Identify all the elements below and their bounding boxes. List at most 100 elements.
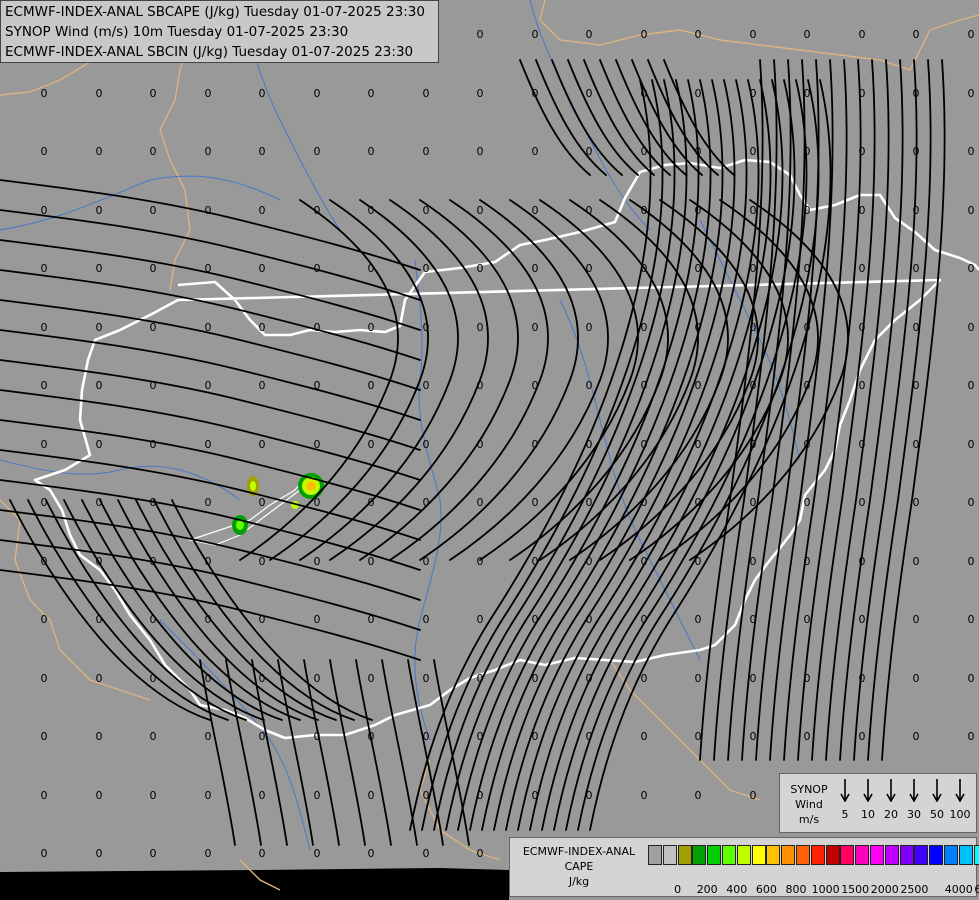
cape-value-label: 0 xyxy=(750,555,757,568)
cape-value-label: 0 xyxy=(96,672,103,685)
cape-value-label: 0 xyxy=(477,613,484,626)
cape-value-label: 0 xyxy=(586,28,593,41)
cape-swatch xyxy=(855,845,870,865)
cape-value-label: 0 xyxy=(913,672,920,685)
cape-value-label: 0 xyxy=(477,87,484,100)
cape-value-label: 0 xyxy=(804,555,811,568)
cape-value-label: 0 xyxy=(641,672,648,685)
cape-value-label: 0 xyxy=(804,730,811,743)
header-line-sbcape: ECMWF-INDEX-ANAL SBCAPE (J/kg) Tuesday 0… xyxy=(5,4,425,20)
cape-value-label: 0 xyxy=(150,438,157,451)
cape-tick-label: 4000 xyxy=(944,883,973,896)
cape-value-label: 0 xyxy=(695,438,702,451)
cape-value-label: 0 xyxy=(532,730,539,743)
wind-arrow-icon xyxy=(863,779,873,802)
cape-value-label: 0 xyxy=(695,262,702,275)
cape-value-label: 0 xyxy=(477,555,484,568)
cape-value-label: 0 xyxy=(96,847,103,860)
cape-value-label: 0 xyxy=(150,555,157,568)
cape-value-label: 0 xyxy=(259,87,266,100)
cape-value-label: 0 xyxy=(750,204,757,217)
cape-value-label: 0 xyxy=(804,379,811,392)
cape-value-label: 0 xyxy=(259,847,266,860)
cape-value-label: 0 xyxy=(423,438,430,451)
cape-value-label: 0 xyxy=(750,145,757,158)
cape-value-label: 0 xyxy=(532,555,539,568)
cape-value-label: 0 xyxy=(968,262,975,275)
cape-value-label: 0 xyxy=(532,262,539,275)
cape-value-label: 0 xyxy=(150,730,157,743)
cape-value-label: 0 xyxy=(41,438,48,451)
cape-swatch xyxy=(692,845,707,865)
cape-value-label: 0 xyxy=(205,204,212,217)
cape-value-label: 0 xyxy=(41,262,48,275)
cape-value-label: 0 xyxy=(368,438,375,451)
cape-value-label: 0 xyxy=(477,789,484,802)
cape-value-label: 0 xyxy=(41,204,48,217)
cape-value-label: 0 xyxy=(641,321,648,334)
cape-value-label: 0 xyxy=(695,555,702,568)
cape-value-label: 0 xyxy=(41,847,48,860)
cape-value-label: 0 xyxy=(913,555,920,568)
cape-value-label: 0 xyxy=(859,262,866,275)
cape-value-label: 0 xyxy=(96,730,103,743)
cape-value-label: 0 xyxy=(368,555,375,568)
cape-value-label: 0 xyxy=(968,28,975,41)
cape-value-label: 0 xyxy=(205,672,212,685)
cape-value-label: 0 xyxy=(532,496,539,509)
cape-tick-label: 2500 xyxy=(900,883,929,896)
cape-swatch xyxy=(825,845,840,865)
cape-value-label: 0 xyxy=(314,262,321,275)
cape-value-label: 0 xyxy=(968,204,975,217)
cape-value-label: 0 xyxy=(913,145,920,158)
cape-swatch xyxy=(958,845,973,865)
cape-value-label: 0 xyxy=(968,555,975,568)
cape-value-label: 0 xyxy=(205,87,212,100)
cape-value-label: 0 xyxy=(477,262,484,275)
cape-value-label: 0 xyxy=(259,789,266,802)
cape-value-label: 0 xyxy=(532,87,539,100)
cape-swatch xyxy=(810,845,825,865)
cape-value-label: 0 xyxy=(314,321,321,334)
cape-value-label: 0 xyxy=(423,496,430,509)
wind-speed-10: 10 xyxy=(857,778,879,821)
cape-value-label: 0 xyxy=(259,555,266,568)
cape-value-label: 0 xyxy=(477,379,484,392)
cape-tick-label: 6000 xyxy=(974,883,979,896)
wind-speed-50: 50 xyxy=(926,778,948,821)
cape-value-label: 0 xyxy=(205,438,212,451)
cape-value-label: 0 xyxy=(368,496,375,509)
cape-value-label: 0 xyxy=(750,379,757,392)
cape-value-label: 0 xyxy=(641,87,648,100)
weather-map: 0 0 0 0 0 0 0 0 0 0 0 0 0 0 0 0 0 0 0 0 0 0 0 0 0 0 0 0 0 0 0 0 0 0 0 0 0 0 0 0… xyxy=(0,0,979,900)
cape-swatch xyxy=(766,845,781,865)
cape-value-label: 0 xyxy=(859,730,866,743)
cape-value-label: 0 xyxy=(477,730,484,743)
cape-value-label: 0 xyxy=(913,262,920,275)
cape-value-label: 0 xyxy=(695,730,702,743)
cape-value-label: 0 xyxy=(423,789,430,802)
cape-value-label: 0 xyxy=(423,379,430,392)
cape-value-label: 0 xyxy=(477,145,484,158)
cape-value-label: 0 xyxy=(259,145,266,158)
cape-value-label: 0 xyxy=(641,730,648,743)
cape-value-label: 0 xyxy=(96,87,103,100)
synop-wind-legend: SYNOP Wind m/s 5 10 20 30 50 100 xyxy=(779,773,977,833)
cape-value-label: 0 xyxy=(205,321,212,334)
cape-value-label: 0 xyxy=(96,555,103,568)
cape-swatch xyxy=(662,845,677,865)
cape-value-label: 0 xyxy=(96,789,103,802)
cape-value-label: 0 xyxy=(314,204,321,217)
cape-value-label: 0 xyxy=(368,847,375,860)
cape-value-label: 0 xyxy=(641,555,648,568)
cape-value-label: 0 xyxy=(150,613,157,626)
cape-value-label: 0 xyxy=(41,672,48,685)
cape-value-label: 0 xyxy=(96,379,103,392)
cape-value-label: 0 xyxy=(368,145,375,158)
cape-value-label: 0 xyxy=(968,87,975,100)
cape-value-label: 0 xyxy=(695,145,702,158)
wind-arrow-icon xyxy=(886,779,896,802)
cape-value-label: 0 xyxy=(804,672,811,685)
cape-value-label: 0 xyxy=(586,555,593,568)
cape-value-label: 0 xyxy=(913,204,920,217)
